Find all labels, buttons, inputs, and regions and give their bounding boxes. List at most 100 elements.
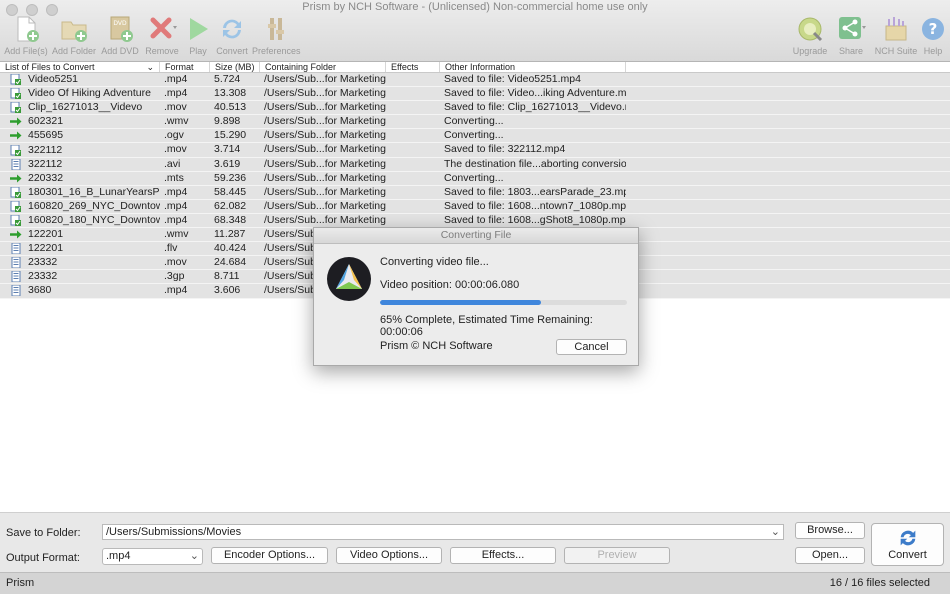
file-row[interactable]: 160820_269_NYC_Downtowr .mp4 62.082/Users/… (0, 199, 950, 214)
file-info: Saved to file: 1803...earsParade_23.mp4 (444, 185, 626, 198)
cancel-button[interactable]: Cancel (556, 339, 627, 355)
file-row[interactable]: 322112 .mov 3.714/Users/Sub...for Marketin… (0, 143, 950, 158)
file-format: .avi (164, 157, 181, 170)
file-name: 23332 (28, 270, 58, 283)
encoder-options-button[interactable]: Encoder Options... (211, 547, 328, 564)
file-effects (386, 200, 440, 213)
file-name-cell: 455695 (0, 129, 160, 142)
share-button[interactable]: Share (827, 14, 875, 58)
save-folder-value: /Users/Submissions/Movies (106, 526, 242, 538)
file-size: 8.711 (214, 270, 240, 283)
file-info: The destination file...aborting conversi… (444, 157, 626, 170)
nch-suite-icon (885, 17, 907, 41)
browse-button[interactable]: Browse... (795, 522, 865, 539)
file-format: .mov (164, 256, 187, 269)
column-header-folder[interactable]: Containing Folder (260, 62, 386, 72)
file-info: Converting... (444, 129, 504, 142)
file-row[interactable]: 455695 .ogv 15.290/Users/Sub...for Marketi… (0, 129, 950, 144)
effects-button[interactable]: Effects... (450, 547, 556, 564)
file-folder: /Users/Sub...for Marketing (264, 157, 386, 170)
add-folder-button[interactable]: Add Folder (50, 14, 98, 58)
file-format: .mp4 (164, 185, 188, 198)
file-format: .mov (164, 101, 187, 114)
completed-file-icon (10, 186, 21, 198)
file-info: Saved to file: 1608...gShot8_1080p.mp4 (444, 213, 626, 226)
column-header-format[interactable]: Format (160, 62, 210, 72)
file-effects (386, 214, 440, 227)
file-info: Saved to file: 322112.mp4 (444, 143, 566, 156)
convert-toolbar-button[interactable]: Convert (208, 14, 256, 58)
file-name-cell: 322112 (0, 143, 160, 156)
file-row[interactable]: Video Of Hiking Adventure .mp4 13.308/User… (0, 87, 950, 102)
converting-file-dialog: Converting File Converting video file...… (313, 227, 639, 366)
file-effects (386, 129, 440, 142)
file-effects (386, 172, 440, 185)
output-format-select[interactable]: .mp4 ⌄ (102, 548, 203, 565)
help-icon: ? (922, 18, 944, 40)
window-title: Prism by NCH Software - (Unlicensed) Non… (302, 1, 648, 13)
preferences-button[interactable]: Preferences (252, 14, 301, 58)
convert-button[interactable]: Convert (871, 523, 944, 566)
svg-text:?: ? (929, 20, 938, 38)
completed-file-icon (10, 74, 21, 86)
video-options-button[interactable]: Video Options... (336, 547, 442, 564)
converting-arrow-icon (10, 230, 22, 239)
save-folder-combo[interactable]: /Users/Submissions/Movies ⌄ (102, 524, 784, 540)
convert-icon (900, 530, 915, 546)
file-name: 122201 (28, 242, 64, 255)
file-format: .mp4 (164, 284, 188, 297)
file-row[interactable]: Video5251 .mp4 5.724/Users/Sub...for Marke… (0, 73, 950, 88)
open-button[interactable]: Open... (795, 547, 865, 564)
video-file-icon (11, 243, 21, 255)
output-format-label: Output Format: (6, 552, 80, 564)
file-row[interactable]: 180301_16_B_LunarYearsPar .mp4 58.445/User… (0, 185, 950, 200)
video-file-icon (11, 158, 21, 170)
file-size: 11.287 (214, 228, 246, 241)
output-settings-panel: Save to Folder: /Users/Submissions/Movie… (0, 512, 950, 572)
file-name: 3680 (28, 284, 52, 297)
status-bar: Prism 16 / 16 files selected (0, 572, 950, 594)
add-dvd-button[interactable]: DVD Add DVD (96, 14, 144, 58)
file-info: Saved to file: Video5251.mp4 (444, 73, 581, 85)
file-folder: /Users/Sub...for Marketing (264, 73, 386, 85)
file-size: 24.684 (214, 256, 247, 269)
file-name-cell: 220332 (0, 172, 160, 185)
column-header-effects[interactable]: Effects (386, 62, 440, 72)
file-format: .mts (164, 171, 184, 184)
file-format: .mov (164, 143, 187, 156)
file-row[interactable]: 602321 .wmv 9.898/Users/Sub...for Marketin… (0, 115, 950, 130)
file-row[interactable]: 322112 .avi 3.619/Users/Sub...for Marketin… (0, 157, 950, 172)
column-header-file-name[interactable]: List of Files to Convert ⌄ (0, 62, 160, 72)
help-button[interactable]: ? Help (910, 14, 950, 58)
file-folder: /Users/Sub...for Marketing (264, 101, 386, 114)
status-selection-count: 16 / 16 files selected (829, 577, 930, 589)
column-header-size[interactable]: Size (MB) (210, 62, 260, 72)
file-name-cell: 3680 (0, 284, 160, 297)
file-size: 3.619 (214, 157, 241, 170)
chevron-down-icon: ⌄ (189, 550, 199, 562)
file-name: 23332 (28, 256, 58, 269)
file-size: 5.724 (214, 73, 241, 85)
file-name-cell: 23332 (0, 256, 160, 269)
convert-icon (223, 19, 241, 39)
file-info: Saved to file: Video...iking Adventure.m… (444, 87, 626, 100)
preview-button[interactable]: Preview (564, 547, 670, 564)
file-row[interactable]: Clip_16271013__Videvo .mov 40.513/Users/Su… (0, 101, 950, 116)
file-row[interactable]: 220332 .mts 59.236/Users/Sub...for Marketi… (0, 171, 950, 186)
completed-file-icon (10, 88, 21, 100)
prism-logo-icon (327, 257, 371, 301)
file-info: Converting... (444, 171, 504, 184)
file-size: 40.424 (214, 242, 247, 255)
output-format-value: .mp4 (106, 550, 131, 562)
file-format: .mp4 (164, 87, 188, 100)
completed-file-icon (10, 200, 21, 212)
column-header-other-info[interactable]: Other Information (440, 62, 626, 72)
file-row[interactable]: 160820_180_NYC_Downtowr .mp4 68.348/Users/… (0, 213, 950, 229)
add-files-button[interactable]: Add File(s) (2, 14, 50, 58)
file-effects (386, 186, 440, 199)
file-name-cell: 322112 (0, 158, 160, 171)
upgrade-icon (798, 17, 823, 42)
file-size: 62.082 (214, 199, 247, 212)
file-name: 322112 (28, 143, 63, 156)
file-name-cell: Video5251 (0, 73, 160, 86)
